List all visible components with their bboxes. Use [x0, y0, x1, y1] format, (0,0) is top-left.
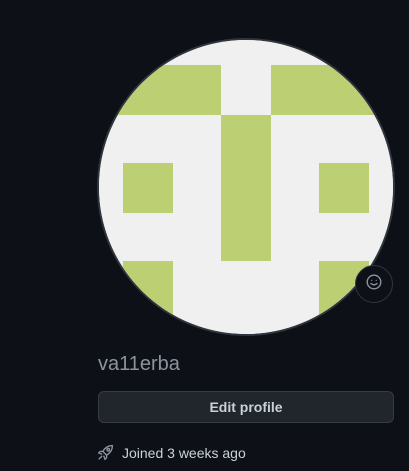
avatar[interactable] — [97, 38, 395, 336]
joined-text: Joined 3 weeks ago — [122, 444, 246, 461]
smiley-icon — [366, 273, 382, 295]
avatar-container — [97, 38, 395, 336]
rocket-icon — [97, 444, 114, 461]
profile-sidebar: va11erba Edit profile Joined 3 weeks ago — [0, 0, 409, 471]
set-status-button[interactable] — [355, 265, 393, 303]
identicon-image — [99, 40, 393, 334]
joined-info: Joined 3 weeks ago — [97, 444, 246, 461]
username: va11erba — [98, 353, 180, 375]
edit-profile-button[interactable]: Edit profile — [98, 391, 394, 423]
